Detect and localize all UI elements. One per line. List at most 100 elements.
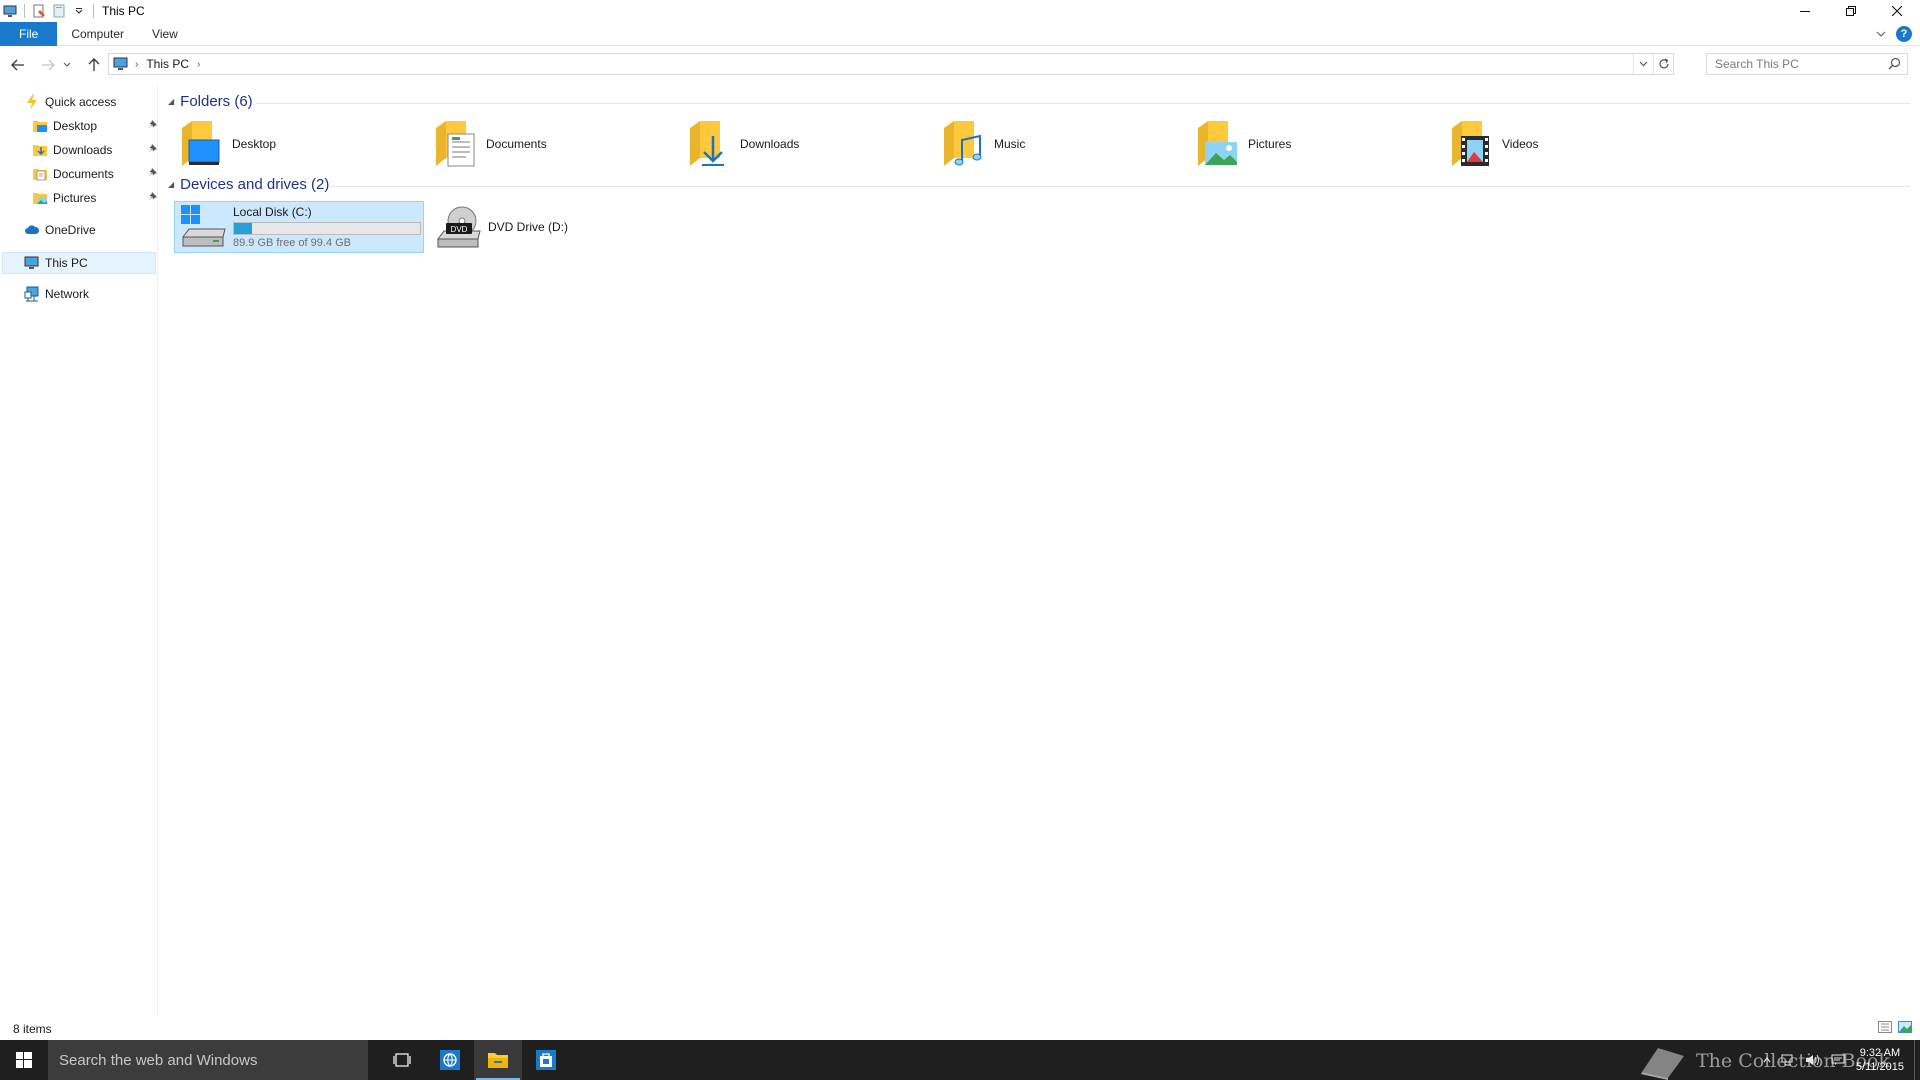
computer-icon	[2, 3, 18, 19]
folder-videos[interactable]: Videos	[1448, 118, 1698, 170]
tab-computer[interactable]: Computer	[57, 22, 138, 46]
breadcrumb-separator-icon[interactable]: ›	[135, 59, 138, 70]
pictures-folder-icon	[1198, 121, 1237, 166]
volume-icon[interactable]	[1805, 1054, 1821, 1066]
nav-label: Quick access	[45, 95, 117, 109]
folder-desktop[interactable]: Desktop	[178, 118, 428, 170]
nav-network[interactable]: Network	[24, 283, 89, 305]
svg-text:DVD: DVD	[451, 225, 468, 234]
start-button[interactable]	[0, 1040, 48, 1080]
book-icon	[1641, 1048, 1684, 1080]
status-bar: 8 items	[0, 1018, 1920, 1040]
show-desktop-button[interactable]	[1914, 1040, 1920, 1080]
refresh-button[interactable]	[1653, 54, 1673, 74]
content-area: ◢ Folders (6) Desktop Documents Download…	[160, 86, 1910, 1016]
search-box[interactable]	[1706, 53, 1908, 75]
nav-label: Desktop	[53, 119, 98, 133]
clock-time: 9:32 AM	[1859, 1047, 1901, 1059]
folder-pictures[interactable]: Pictures	[1194, 118, 1444, 170]
nav-pictures[interactable]: Pictures	[32, 187, 158, 209]
window-controls	[1782, 0, 1920, 22]
restore-button[interactable]	[1828, 0, 1874, 22]
nav-onedrive[interactable]: OneDrive	[24, 219, 96, 241]
action-center-icon[interactable]	[1831, 1054, 1845, 1066]
taskbar-store[interactable]	[522, 1040, 570, 1080]
drives-group-header[interactable]: ◢ Devices and drives (2)	[168, 176, 329, 193]
search-icon[interactable]	[1888, 57, 1901, 73]
folder-label: Downloads	[740, 137, 800, 151]
address-bar-controls	[1633, 54, 1673, 74]
taskbar-file-explorer[interactable]	[474, 1040, 522, 1080]
back-button[interactable]	[6, 53, 30, 77]
group-title: Devices and drives (2)	[180, 176, 330, 193]
store-icon	[536, 1050, 556, 1070]
pin-icon[interactable]	[148, 143, 158, 156]
drive-label: DVD Drive (D:)	[488, 220, 568, 234]
pin-icon[interactable]	[148, 191, 158, 204]
nav-documents[interactable]: Documents	[32, 163, 158, 185]
browser-icon	[440, 1050, 460, 1070]
collapse-triangle-icon[interactable]: ◢	[168, 180, 174, 189]
navigation-pane: Quick access Desktop Downloads Documents…	[0, 86, 158, 1016]
folders-group-header[interactable]: ◢ Folders (6)	[168, 93, 253, 110]
folder-label: Documents	[486, 137, 547, 151]
cloud-icon	[24, 222, 40, 238]
minimize-button[interactable]	[1782, 0, 1828, 22]
computer-icon	[24, 255, 40, 271]
large-icons-view-icon[interactable]	[1898, 1021, 1912, 1036]
close-button[interactable]	[1874, 0, 1920, 22]
help-icon[interactable]: ?	[1896, 26, 1912, 42]
window-title: This PC	[102, 4, 145, 18]
details-view-icon[interactable]	[1878, 1021, 1892, 1036]
nav-label: Pictures	[53, 191, 97, 205]
nav-quick-access[interactable]: Quick access	[24, 91, 116, 113]
computer-icon	[113, 57, 129, 71]
collapse-triangle-icon[interactable]: ◢	[168, 97, 174, 106]
drive-dvd-d[interactable]: DVD DVD Drive (D:)	[432, 201, 632, 253]
up-button[interactable]	[82, 53, 106, 77]
pin-icon[interactable]	[148, 167, 158, 180]
chevron-down-icon[interactable]	[71, 3, 87, 19]
taskbar-browser[interactable]	[426, 1040, 474, 1080]
show-hidden-icons-icon[interactable]	[1763, 1057, 1771, 1063]
recent-locations-button[interactable]	[60, 53, 74, 77]
file-explorer-window: This PC File Computer View ? › This PC ›…	[0, 0, 1920, 1080]
nav-label: Network	[45, 287, 90, 301]
desktop-folder-icon	[32, 118, 48, 134]
pin-icon[interactable]	[148, 119, 158, 132]
drive-free-space: 89.9 GB free of 99.4 GB	[233, 237, 352, 249]
drive-local-disk-c[interactable]: Local Disk (C:) 89.9 GB free of 99.4 GB	[174, 201, 424, 253]
taskbar-clock[interactable]: 9:32 AM 5/11/2015	[1856, 1046, 1904, 1074]
breadcrumb-separator-icon[interactable]: ›	[197, 59, 200, 70]
address-bar[interactable]: › This PC ›	[108, 53, 1674, 75]
tab-view[interactable]: View	[138, 22, 192, 46]
drive-usage-fill	[234, 223, 252, 234]
nav-desktop[interactable]: Desktop	[32, 115, 158, 137]
divider	[93, 4, 94, 18]
folder-documents[interactable]: Documents	[432, 118, 682, 170]
system-tray: 9:32 AM 5/11/2015	[1758, 1040, 1920, 1080]
file-explorer-icon	[488, 1053, 508, 1068]
ribbon-tabs: File Computer View ?	[0, 21, 1920, 46]
taskbar-search-text: Search the web and Windows	[59, 1051, 258, 1069]
task-view-button[interactable]	[378, 1040, 426, 1080]
tab-file[interactable]: File	[0, 21, 58, 46]
folder-music[interactable]: Music	[940, 118, 1190, 170]
breadcrumb-this-pc[interactable]: This PC	[146, 57, 189, 71]
taskbar-search-box[interactable]: Search the web and Windows	[48, 1040, 368, 1080]
folder-downloads[interactable]: Downloads	[686, 118, 936, 170]
nav-label: OneDrive	[45, 223, 96, 237]
new-folder-icon[interactable]	[51, 3, 67, 19]
network-status-icon[interactable]	[1781, 1054, 1795, 1066]
quick-access-toolbar: This PC	[0, 0, 145, 22]
properties-icon[interactable]	[31, 3, 47, 19]
expand-ribbon-icon[interactable]	[1876, 27, 1886, 41]
address-history-dropdown[interactable]	[1633, 54, 1653, 74]
nav-this-pc[interactable]: This PC	[2, 252, 156, 274]
search-input[interactable]	[1715, 57, 1875, 71]
forward-button[interactable]	[36, 53, 60, 77]
drive-usage-bar	[233, 222, 421, 235]
folder-label: Pictures	[1248, 137, 1292, 151]
nav-downloads[interactable]: Downloads	[32, 139, 158, 161]
divider	[24, 4, 25, 18]
